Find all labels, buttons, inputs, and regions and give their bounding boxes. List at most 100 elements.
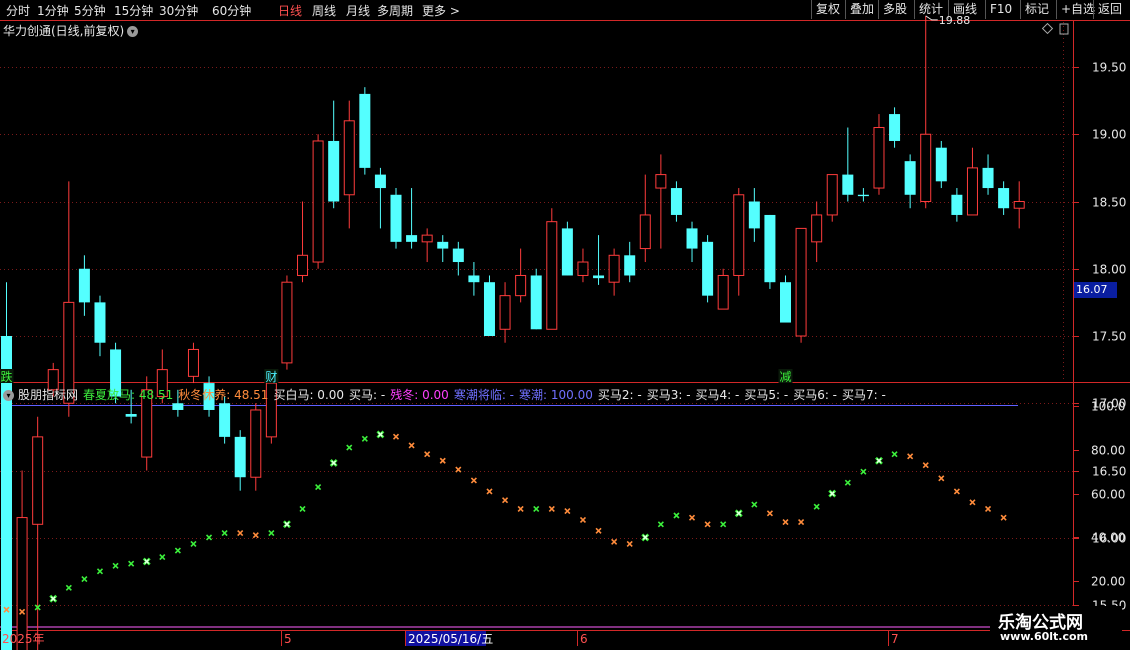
event-marker-1[interactable]: 财 <box>265 370 277 384</box>
indicator-value-5: 寒潮将临: - <box>453 388 515 402</box>
indicator-value-11: 买马6: - <box>793 388 838 402</box>
indicator-point <box>907 453 914 460</box>
indicator-point <box>720 521 727 528</box>
candle-body <box>717 274 729 310</box>
panel-toggle-icon[interactable] <box>1059 23 1069 35</box>
indicator-point <box>174 547 181 554</box>
candle-body <box>468 275 480 283</box>
high-price-label: 19.88 <box>939 14 971 27</box>
indicator-point <box>969 499 976 506</box>
indicator-value-9: 买马4: - <box>695 388 740 402</box>
candle-body <box>1013 201 1025 209</box>
indicator-point <box>657 521 664 528</box>
candle-body <box>234 436 246 478</box>
indicator-point <box>455 466 462 473</box>
indicator-value-12: 买马7: - <box>842 388 886 402</box>
event-marker-0[interactable]: 跌 <box>1 369 13 384</box>
indicator-point <box>766 510 773 517</box>
indicator-point <box>159 554 166 561</box>
time-axis-label-2: 2025/05/16/五 <box>408 632 493 646</box>
indicator-point <box>346 444 353 451</box>
price-axis-label: 19.00 <box>1092 128 1126 142</box>
candle-body <box>857 194 869 197</box>
candle-body <box>561 228 573 276</box>
indicator-value-3: 买马: - <box>349 388 386 402</box>
indicator-name[interactable]: 股朋指标网 <box>18 388 78 402</box>
indicator-point <box>268 529 275 537</box>
indicator-value-8: 买马3: - <box>646 388 691 402</box>
candle-body <box>982 167 994 189</box>
candle-body <box>16 517 28 650</box>
candle-body <box>219 403 231 437</box>
candle-body <box>608 254 620 283</box>
candle-body <box>998 188 1010 209</box>
indicator-value-10: 买马5: - <box>744 388 789 402</box>
indicator-value-6: 寒潮: 100.00 <box>519 388 593 402</box>
candle-body <box>452 248 464 263</box>
candle-body <box>94 302 106 343</box>
candle-body <box>655 174 667 189</box>
candle-body <box>250 409 262 478</box>
indicator-header: ▾ 股朋指标网 春夏放马: 48.51 秋冬休养: 48.51 买白马: 0.00 买马:… <box>3 386 891 403</box>
price-axis-label: 18.00 <box>1092 263 1126 277</box>
indicator-point <box>564 508 571 515</box>
watermark-url: www.60lt.com <box>1000 630 1089 643</box>
candle-body <box>577 261 589 276</box>
indicator-point <box>579 516 587 523</box>
candle-body <box>780 282 791 323</box>
candle-body <box>515 274 527 297</box>
current-price-badge: 16.07 <box>1074 282 1117 298</box>
indicator-point <box>65 584 72 591</box>
indicator-point <box>315 483 322 491</box>
indicator-point <box>486 488 493 495</box>
candle-body <box>593 275 605 279</box>
indicator-point <box>595 527 602 534</box>
indicator-point <box>533 505 540 512</box>
candle-body <box>281 281 293 364</box>
candle-body <box>670 188 682 215</box>
indicator-point <box>205 534 213 541</box>
indicator-point <box>439 457 446 464</box>
candle-body <box>889 114 901 141</box>
indicator-value-2: 买白马: 0.00 <box>273 388 345 402</box>
indicator-point <box>922 462 929 469</box>
candle-body <box>187 348 199 377</box>
candle-body <box>624 255 636 276</box>
indicator-menu-icon[interactable]: ▾ <box>3 390 14 401</box>
candle-body <box>483 282 495 336</box>
candle-body <box>811 214 823 243</box>
indicator-point <box>299 505 306 512</box>
candle-body <box>359 93 371 168</box>
watermark: 乐淘公式网 www.60lt.com <box>990 606 1122 648</box>
indicator-point <box>751 501 758 508</box>
candle-body <box>32 436 44 525</box>
indicator-point <box>81 575 88 583</box>
time-axis-label-4: 7 <box>891 632 899 646</box>
candle-body <box>904 161 916 195</box>
candle-body <box>437 241 449 249</box>
time-axis-label-0: 2025年 <box>2 632 45 646</box>
candle-body <box>328 140 340 202</box>
indicator-point <box>392 433 400 440</box>
indicator-point <box>517 505 524 512</box>
indicator-point <box>128 560 135 567</box>
indicator-value-4: 残冬: 0.00 <box>390 388 449 402</box>
indicator-point <box>424 451 431 458</box>
diamond-icon[interactable] <box>1041 22 1054 35</box>
indicator-point <box>860 468 867 475</box>
candle-body <box>297 254 309 276</box>
indicator-point <box>190 540 197 548</box>
kline-chart[interactable]: 19.5019.0018.5018.0017.5017.0016.5016.00… <box>0 0 1130 650</box>
indicator-point <box>1000 514 1007 521</box>
candle-body <box>686 228 698 249</box>
indicator-point <box>704 521 711 528</box>
candle-body <box>795 227 807 337</box>
indicator-point <box>96 568 104 575</box>
candle-body <box>312 140 324 263</box>
candle-body <box>546 221 558 330</box>
indicator-point <box>813 503 820 510</box>
event-marker-2[interactable]: 减 <box>780 370 792 384</box>
candle-body <box>78 268 90 303</box>
time-axis-label-3: 6 <box>580 632 588 646</box>
indicator-point <box>938 475 945 482</box>
